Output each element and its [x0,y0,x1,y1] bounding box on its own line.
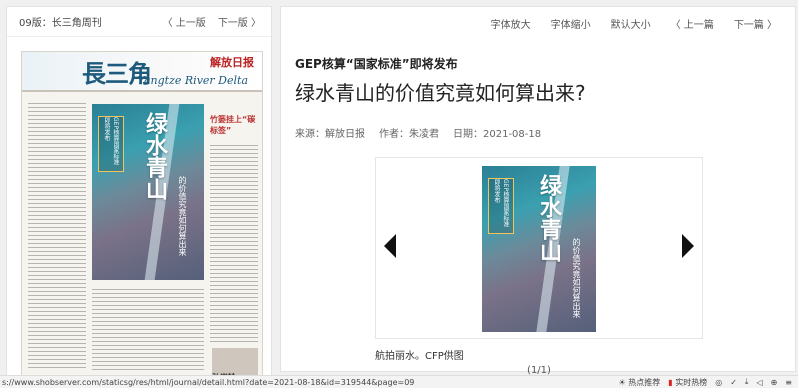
download-icon[interactable]: ⤓ [745,377,749,387]
article-title: 绿水青山的价值究竟如何算出来? [295,81,586,105]
article-source: 来源：解放日报 [295,129,365,140]
masthead-brand: 解放日报 [210,56,254,69]
next-article-button[interactable]: 下一篇 〉 [734,16,777,31]
page-nav: 〈 上一版 下一版 〉 [163,14,261,29]
article-image[interactable]: GEP核算国家标准即将发布 绿水青山 的价值究竟如何算出来 [482,166,596,332]
cover-image: GEP核算国家标准即将发布 绿水青山 的价值究竟如何算出来 [92,104,204,280]
cover-box: GEP核算国家标准即将发布 [98,116,124,172]
article-toolbar: 字体放大 字体缩小 默认大小 〈 上一篇 下一篇 〉 [281,7,795,39]
text-column [92,286,204,370]
article-panel: 字体放大 字体缩小 默认大小 〈 上一篇 下一篇 〉 GEP核算“国家标准”即将… [280,6,796,376]
chart-icon: ▮ [668,377,673,387]
article-date: 日期：2021-08-18 [453,129,542,140]
image-viewer: GEP核算国家标准即将发布 绿水青山 的价值究竟如何算出来 [375,157,703,339]
masthead-english: Yangtze River Delta [137,74,248,87]
side-headline: 竹篓挂上“碳标签” [210,115,256,135]
cover-title: 绿水青山 [536,174,562,262]
newspaper-page-thumbnail[interactable]: 長三角 解放日报 Yangtze River Delta 竹篓挂上“碳标签” G… [21,51,263,381]
volume-icon[interactable]: ◁ [756,378,762,387]
prev-image-arrow-icon[interactable] [384,234,396,258]
check-icon[interactable]: ✓ [730,378,737,387]
page-panel: 09版：长三角周刊 〈 上一版 下一版 〉 長三角 解放日报 Yangtze R… [6,6,272,381]
status-tray: ☀ 热点推荐 ▮ 实时热榜 ◎ ✓ ⤓ ◁ ⊕ ≡ [619,377,798,388]
next-page-button[interactable]: 下一版 〉 [218,14,261,29]
text-column [210,142,258,342]
edition-label: 09版：长三角周刊 [19,18,102,29]
browser-status-bar: s://www.shobserver.com/staticsg/res/html… [0,375,798,388]
prev-article-button[interactable]: 〈 上一篇 [671,16,714,31]
shield-icon[interactable]: ◎ [715,378,722,387]
next-image-arrow-icon[interactable] [682,234,694,258]
prev-page-button[interactable]: 〈 上一版 [163,14,206,29]
hot-list-item[interactable]: ▮ 实时热榜 [668,377,707,388]
cover-subtitle: 的价值究竟如何算出来 [178,176,187,256]
article-kicker: GEP核算“国家标准”即将发布 [295,57,458,71]
article-author: 作者：朱凌君 [379,129,439,140]
page-header: 09版：长三角周刊 〈 上一版 下一版 〉 [7,7,271,37]
zoom-icon[interactable]: ⊕ [771,378,778,387]
article-meta: 来源：解放日报 作者：朱凌君 日期：2021-08-18 [295,125,541,140]
cover-subtitle: 的价值究竟如何算出来 [572,238,581,318]
font-smaller-button[interactable]: 字体缩小 [551,16,591,31]
hot-list-label: 实时热榜 [675,377,708,387]
cover-box: GEP核算国家标准即将发布 [488,178,514,234]
font-default-button[interactable]: 默认大小 [611,16,651,31]
text-column [28,100,86,370]
masthead: 長三角 解放日报 Yangtze River Delta [22,52,262,92]
flame-icon: ☀ [618,377,626,387]
hot-recommend-label: 热点推荐 [628,377,661,387]
hot-recommend-item[interactable]: ☀ 热点推荐 [619,377,661,388]
status-url: s://www.shobserver.com/staticsg/res/html… [2,377,415,387]
image-caption: 航拍丽水。CFP供图 [375,351,464,362]
cover-title: 绿水青山 [142,112,168,200]
menu-icon[interactable]: ≡ [785,378,792,387]
font-bigger-button[interactable]: 字体放大 [491,16,531,31]
